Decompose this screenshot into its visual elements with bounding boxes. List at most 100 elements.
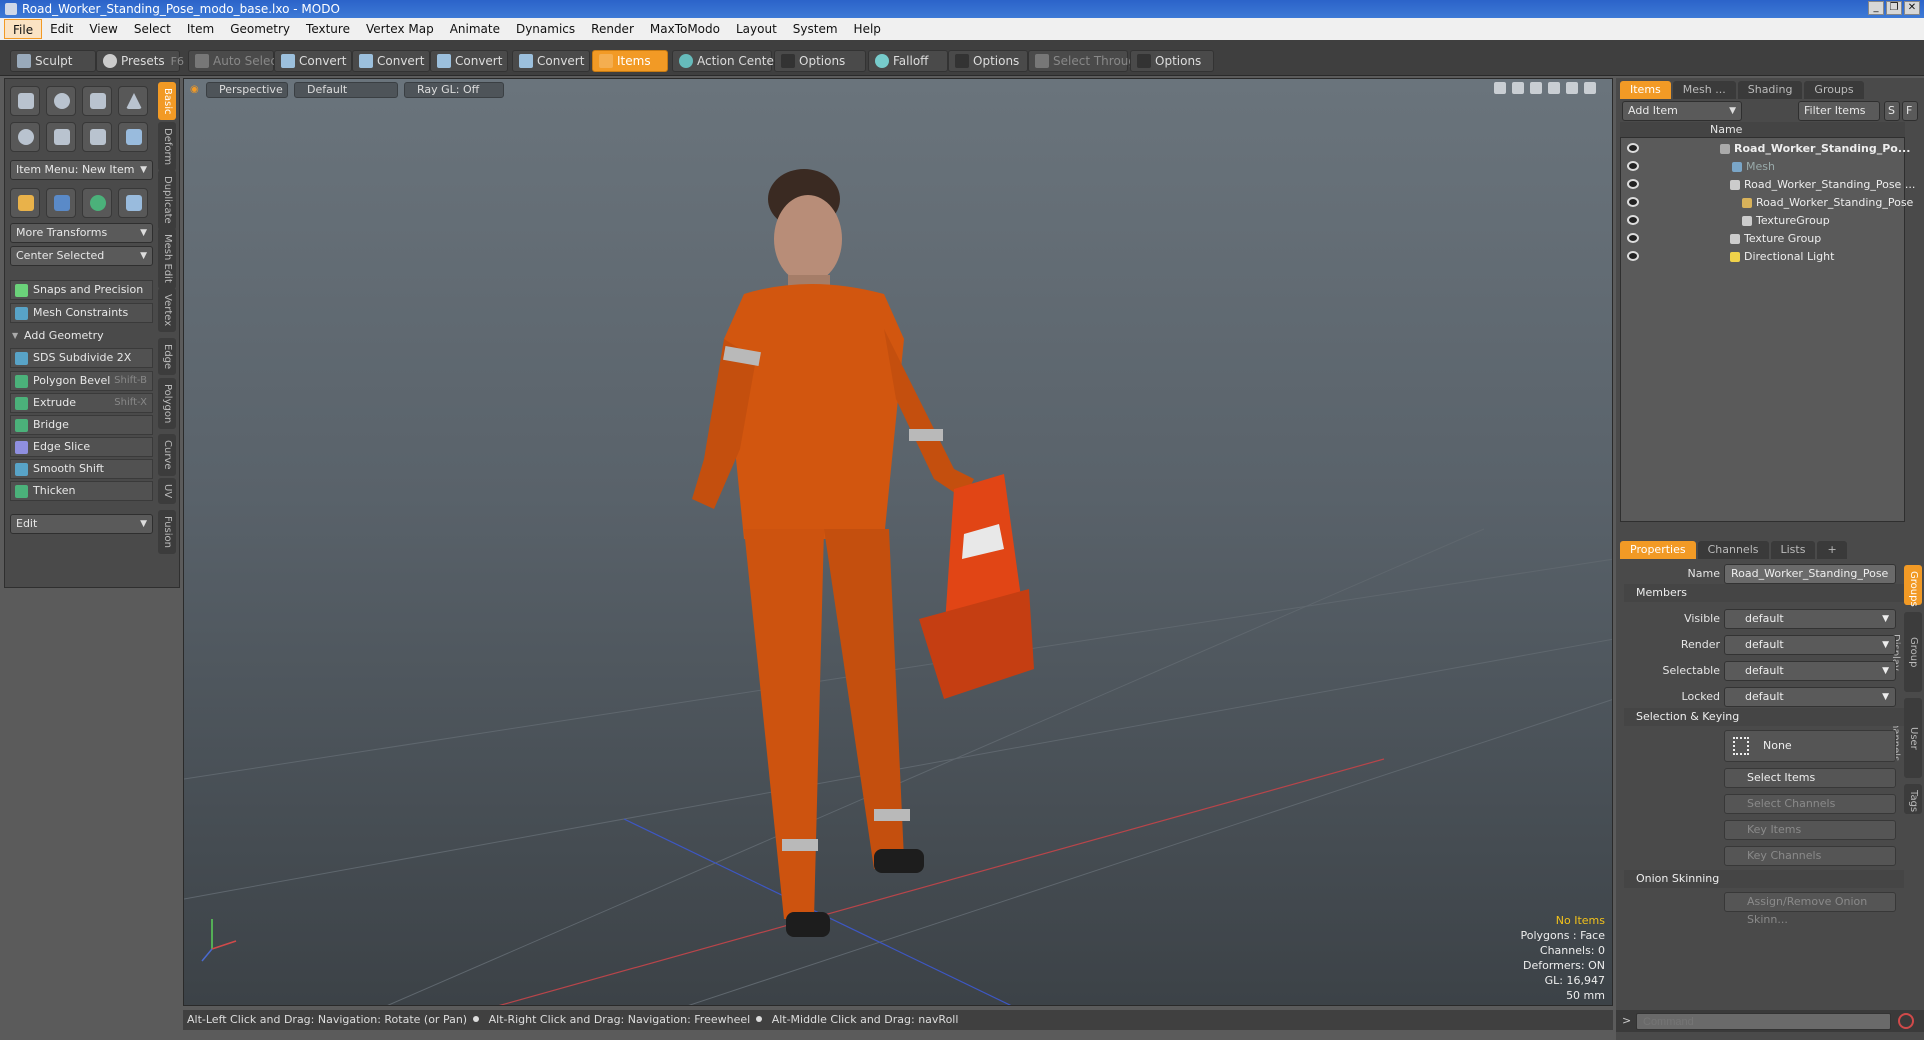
road-worker-model[interactable]: [692, 169, 974, 937]
tab-properties[interactable]: Properties: [1620, 541, 1696, 559]
sculpt-button[interactable]: Sculpt: [10, 50, 96, 72]
zoom-icon[interactable]: [1530, 82, 1542, 94]
view-mode-button[interactable]: Perspective: [206, 82, 288, 98]
convert-button-3[interactable]: Convert: [430, 50, 508, 72]
visible-dropdown[interactable]: default ▼: [1724, 609, 1896, 629]
grid-icon[interactable]: [46, 188, 76, 218]
auto-select-button[interactable]: Auto Select: [188, 50, 282, 72]
3d-viewport[interactable]: [183, 78, 1613, 1006]
edge-slice-button[interactable]: Edge Slice: [10, 437, 153, 457]
options-button-3[interactable]: Options: [1130, 50, 1214, 72]
select-items-button[interactable]: Select Items: [1724, 768, 1896, 788]
falloff-button[interactable]: Falloff: [868, 50, 948, 72]
eye-icon[interactable]: [1627, 179, 1639, 189]
cube-icon[interactable]: [10, 86, 40, 116]
chevron-right-icon[interactable]: [1584, 82, 1596, 94]
tab-mesh-edit[interactable]: Mesh Edit: [158, 228, 176, 289]
tab-fusion[interactable]: Fusion: [158, 510, 176, 554]
f-toggle[interactable]: F: [1902, 101, 1918, 121]
tree-row[interactable]: Texture Group: [1620, 230, 1905, 248]
mesh-constraints-button[interactable]: Mesh Constraints: [10, 303, 153, 323]
cylinder-icon[interactable]: [82, 86, 112, 116]
add-tab-button[interactable]: +: [1817, 541, 1847, 559]
members-section[interactable]: Members: [1624, 584, 1904, 602]
smooth-shift-button[interactable]: Smooth Shift: [10, 459, 153, 479]
globe-icon[interactable]: [82, 188, 112, 218]
eye-icon[interactable]: [1627, 161, 1639, 171]
eye-icon[interactable]: [1627, 197, 1639, 207]
fit-icon[interactable]: [1548, 82, 1560, 94]
shading-mode-button[interactable]: Default: [294, 82, 398, 98]
sds-subdivide-button[interactable]: SDS Subdivide 2X: [10, 348, 153, 368]
menu-system[interactable]: System: [785, 19, 846, 39]
render-dropdown[interactable]: default ▼: [1724, 635, 1896, 655]
tree-row[interactable]: Road_Worker_Standing_Po...: [1620, 140, 1910, 158]
menu-dynamics[interactable]: Dynamics: [508, 19, 583, 39]
tab-items[interactable]: Items: [1620, 81, 1671, 99]
s-toggle[interactable]: S: [1884, 101, 1900, 121]
onion-skinning-section[interactable]: Onion Skinning: [1624, 870, 1904, 888]
tab-groups[interactable]: Groups: [1804, 81, 1864, 99]
locked-dropdown[interactable]: default ▼: [1724, 687, 1896, 707]
menu-texture[interactable]: Texture: [298, 19, 358, 39]
menu-vertex-map[interactable]: Vertex Map: [358, 19, 442, 39]
menu-file[interactable]: File: [4, 19, 43, 39]
key-channels-button[interactable]: Key Channels: [1724, 846, 1896, 866]
tab-channels[interactable]: Channels: [1697, 541, 1769, 559]
tab-mesh[interactable]: Mesh ...: [1672, 81, 1736, 99]
tab-curve[interactable]: Curve: [158, 434, 176, 476]
polygon-bevel-button[interactable]: Polygon Bevel Shift-B: [10, 371, 153, 391]
tree-row[interactable]: Directional Light: [1620, 248, 1905, 266]
command-input[interactable]: [1636, 1013, 1891, 1030]
tree-row[interactable]: Road_Worker_Standing_Pose: [1620, 194, 1913, 212]
options-button-1[interactable]: Options: [774, 50, 866, 72]
menu-maxtomodo[interactable]: MaxToModo: [642, 19, 728, 39]
convert-button-2[interactable]: Convert: [352, 50, 430, 72]
none-button[interactable]: None: [1724, 730, 1896, 762]
capsule-icon[interactable]: [46, 122, 76, 152]
raygl-button[interactable]: Ray GL: Off: [404, 82, 504, 98]
rotate-icon[interactable]: [1512, 82, 1524, 94]
select-through-button[interactable]: Select Through: [1028, 50, 1144, 72]
tab-basic[interactable]: Basic: [158, 82, 176, 121]
tab-deform[interactable]: Deform: [158, 122, 176, 172]
menu-view[interactable]: View: [81, 19, 125, 39]
add-item-dropdown[interactable]: Add Item ▼: [1622, 101, 1742, 121]
minimize-button[interactable]: _: [1868, 1, 1884, 15]
tab-group-display[interactable]: Group Display: [1890, 612, 1922, 692]
tab-uv[interactable]: UV: [158, 478, 176, 505]
pan-icon[interactable]: [1494, 82, 1506, 94]
pen-icon[interactable]: [82, 122, 112, 152]
convert-button-4[interactable]: Convert: [512, 50, 590, 72]
viewport-menu-icon[interactable]: ◉: [190, 82, 200, 98]
locator-icon[interactable]: [10, 188, 40, 218]
text-tool-icon[interactable]: [118, 122, 148, 152]
tab-edge[interactable]: Edge: [158, 338, 176, 376]
close-button[interactable]: ✕: [1904, 1, 1920, 15]
tab-groups-side[interactable]: Groups: [1904, 565, 1922, 607]
tab-lists[interactable]: Lists: [1770, 541, 1816, 559]
restore-button[interactable]: ❐: [1886, 1, 1902, 15]
key-items-button[interactable]: Key Items: [1724, 820, 1896, 840]
add-geometry-section[interactable]: ▼ Add Geometry: [10, 327, 153, 345]
tree-row[interactable]: TextureGroup: [1620, 212, 1905, 230]
eye-icon[interactable]: [1627, 215, 1639, 225]
menu-item[interactable]: Item: [179, 19, 222, 39]
bridge-button[interactable]: Bridge: [10, 415, 153, 435]
convert-button-1[interactable]: Convert: [274, 50, 352, 72]
presets-button[interactable]: Presets F6: [96, 50, 184, 72]
items-mode-button[interactable]: Items: [592, 50, 668, 72]
item-menu-dropdown[interactable]: Item Menu: New Item ▼: [10, 160, 153, 180]
menu-animate[interactable]: Animate: [442, 19, 508, 39]
more-transforms-dropdown[interactable]: More Transforms ▼: [10, 223, 153, 243]
selectable-dropdown[interactable]: default ▼: [1724, 661, 1896, 681]
eye-icon[interactable]: [1627, 233, 1639, 243]
assign-onion-button[interactable]: Assign/Remove Onion Skinn...: [1724, 892, 1896, 926]
selection-keying-section[interactable]: Selection & Keying: [1624, 708, 1904, 726]
edit-dropdown[interactable]: Edit ▼: [10, 514, 153, 534]
gear-icon[interactable]: [1566, 82, 1578, 94]
tab-vertex[interactable]: Vertex: [158, 288, 176, 333]
tab-duplicate[interactable]: Duplicate: [158, 170, 176, 230]
select-channels-button[interactable]: Select Channels: [1724, 794, 1896, 814]
tab-polygon[interactable]: Polygon: [158, 378, 176, 430]
